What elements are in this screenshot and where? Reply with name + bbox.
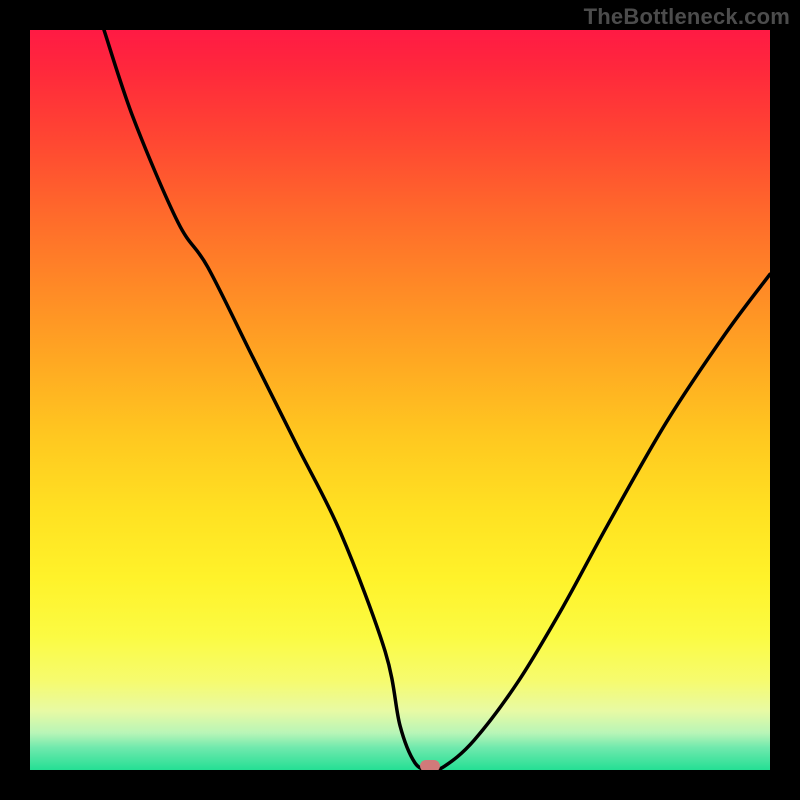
plot-area bbox=[30, 30, 770, 770]
bottleneck-curve bbox=[30, 30, 770, 770]
watermark-text: TheBottleneck.com bbox=[584, 4, 790, 30]
curve-path bbox=[104, 30, 770, 770]
chart-frame: TheBottleneck.com bbox=[0, 0, 800, 800]
minimum-marker bbox=[420, 760, 440, 770]
